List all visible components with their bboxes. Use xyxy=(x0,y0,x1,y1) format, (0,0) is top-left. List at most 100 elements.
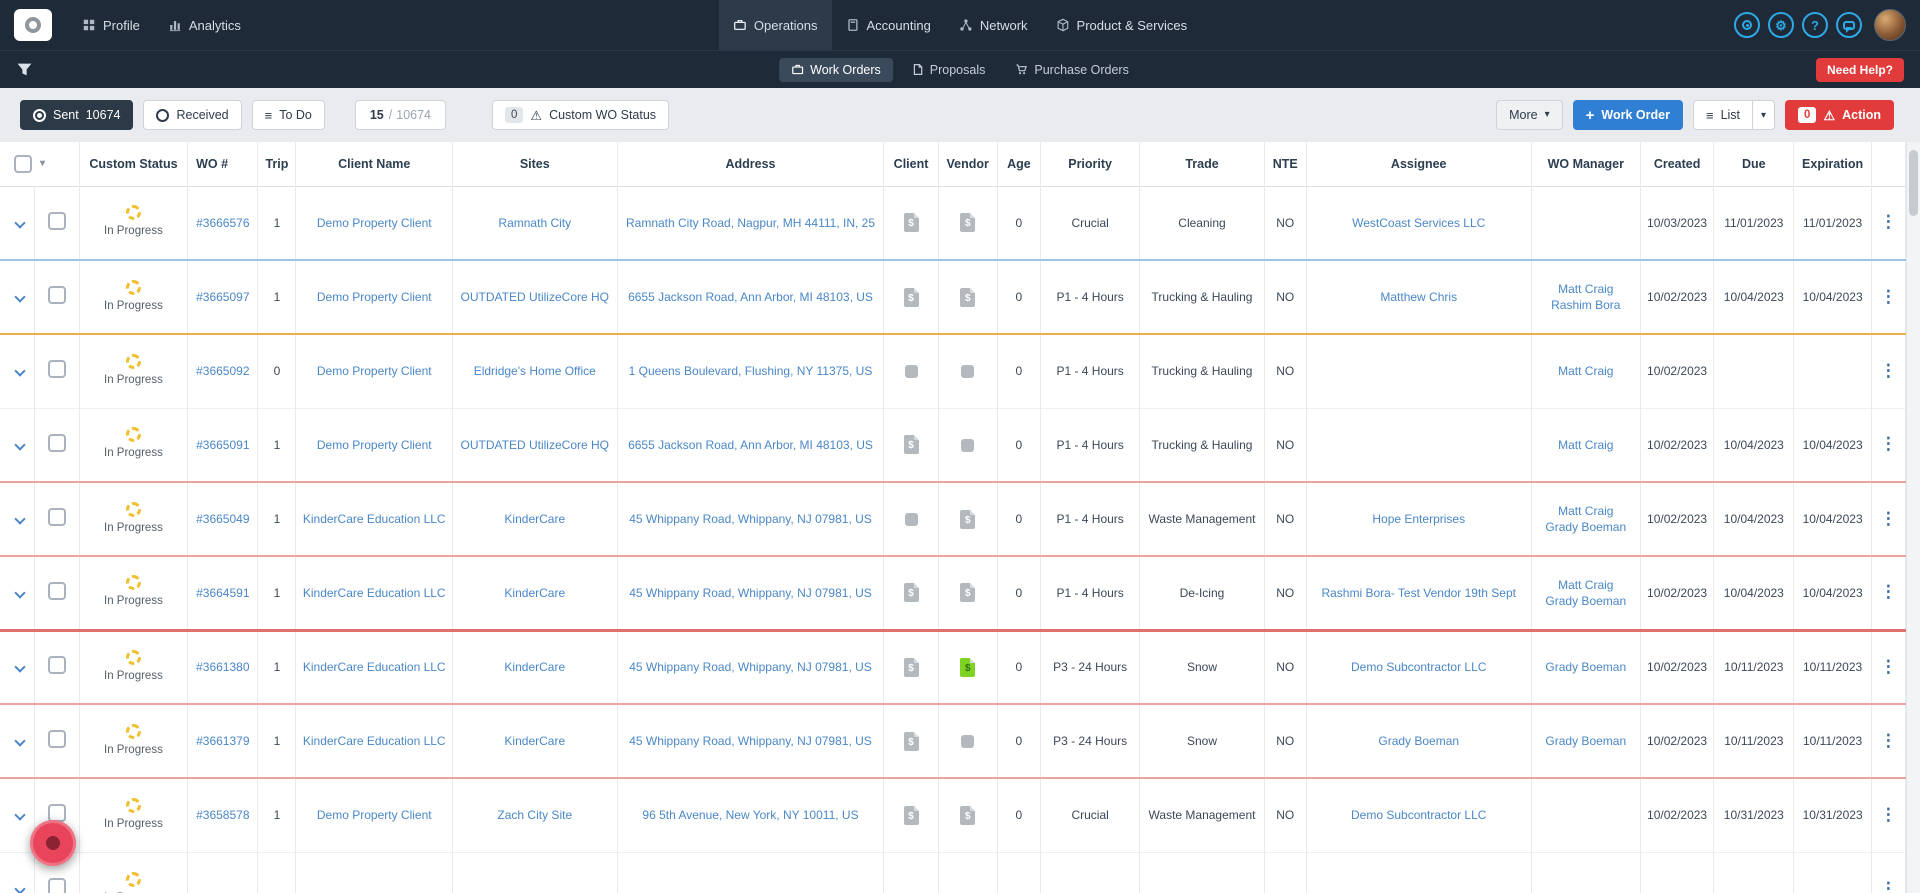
select-menu-caret-icon[interactable]: ▾ xyxy=(40,158,45,169)
wo-number-link[interactable]: #3666576 xyxy=(196,216,249,230)
vertical-scrollbar[interactable] xyxy=(1906,142,1920,893)
row-expand-chevron-icon[interactable] xyxy=(14,661,26,673)
filter-funnel-icon[interactable] xyxy=(16,61,33,78)
address-link[interactable]: 1 Queens Boulevard, Flushing, NY 11375, … xyxy=(629,364,873,378)
wo-number-link[interactable]: #3665097 xyxy=(196,290,249,304)
address-link[interactable]: 45 Whippany Road, Whippany, NJ 07981, US xyxy=(629,734,872,748)
address-link[interactable]: 45 Whippany Road, Whippany, NJ 07981, US xyxy=(629,512,872,526)
client-invoice-icon[interactable] xyxy=(903,287,919,307)
vendor-invoice-icon[interactable] xyxy=(960,509,976,529)
vendor-invoice-icon[interactable] xyxy=(961,735,975,749)
wo-number-link[interactable]: #3661379 xyxy=(196,734,249,748)
address-link[interactable]: Ramnath City Road, Nagpur, MH 44111, IN,… xyxy=(626,216,875,230)
sent-filter-button[interactable]: Sent 10674 xyxy=(20,100,134,130)
site-link[interactable]: OUTDATED UtilizeCore HQ xyxy=(461,290,609,304)
client-name-link[interactable]: Demo Property Client xyxy=(317,808,432,822)
row-menu-kebab-icon[interactable]: ⋮ xyxy=(1880,805,1897,824)
more-button[interactable]: More ▾ xyxy=(1496,100,1563,130)
assignee-link[interactable]: Matthew Chris xyxy=(1380,290,1457,304)
site-link[interactable]: KinderCare xyxy=(504,734,565,748)
tab-purchase-orders[interactable]: Purchase Orders xyxy=(1003,58,1140,82)
column-header[interactable]: Assignee xyxy=(1306,142,1532,186)
client-name-link[interactable]: Demo Property Client xyxy=(317,438,432,452)
row-expand-chevron-icon[interactable] xyxy=(14,438,26,451)
action-button[interactable]: 0 ⚠ Action xyxy=(1785,100,1894,130)
client-invoice-icon[interactable] xyxy=(903,583,919,603)
wo-manager-link[interactable]: Matt Craig Grady Boeman xyxy=(1545,504,1626,534)
chat-widget-button[interactable] xyxy=(30,820,76,866)
wo-number-link[interactable]: #3665049 xyxy=(196,512,249,526)
column-header[interactable]: NTE xyxy=(1264,142,1307,186)
vendor-invoice-icon[interactable] xyxy=(961,365,975,379)
help-icon[interactable]: ? xyxy=(1802,12,1828,38)
wo-number-link[interactable]: #3664591 xyxy=(196,586,249,600)
client-name-link[interactable]: KinderCare Education LLC xyxy=(303,586,446,600)
wo-manager-link[interactable]: Grady Boeman xyxy=(1545,660,1626,674)
settings-gear-icon[interactable]: ⚙ xyxy=(1768,12,1794,38)
column-header[interactable]: Custom Status xyxy=(79,142,189,186)
wo-manager-link[interactable]: Matt Craig Grady Boeman xyxy=(1545,578,1626,608)
vendor-invoice-icon[interactable] xyxy=(961,438,975,452)
row-expand-chevron-icon[interactable] xyxy=(14,365,26,377)
address-link[interactable]: 45 Whippany Road, Whippany, NJ 07981, US xyxy=(629,660,872,674)
row-checkbox[interactable] xyxy=(47,656,66,675)
column-header[interactable]: Priority xyxy=(1040,142,1141,186)
row-checkbox[interactable] xyxy=(47,211,66,230)
column-header[interactable]: Age xyxy=(997,142,1041,186)
pagination-display[interactable]: 15 / 10674 xyxy=(354,100,447,130)
client-invoice-icon[interactable] xyxy=(903,731,919,751)
tab-work-orders[interactable]: Work Orders xyxy=(779,57,893,82)
site-link[interactable]: KinderCare xyxy=(504,512,565,526)
site-link[interactable]: KinderCare xyxy=(504,660,565,674)
vendor-invoice-icon[interactable] xyxy=(960,213,976,233)
client-name-link[interactable]: KinderCare Education LLC xyxy=(303,734,446,748)
row-menu-kebab-icon[interactable]: ⋮ xyxy=(1880,731,1897,750)
assignee-link[interactable]: Grady Boeman xyxy=(1378,734,1459,748)
nav-item-accounting[interactable]: Accounting xyxy=(832,0,945,50)
address-link[interactable]: 6655 Jackson Road, Ann Arbor, MI 48103, … xyxy=(628,438,873,452)
row-menu-kebab-icon[interactable]: ⋮ xyxy=(1880,212,1897,231)
vendor-invoice-icon[interactable] xyxy=(960,287,976,307)
row-menu-kebab-icon[interactable]: ⋮ xyxy=(1880,657,1897,676)
row-menu-kebab-icon[interactable]: ⋮ xyxy=(1880,361,1897,380)
nav-item-operations[interactable]: Operations xyxy=(718,0,832,50)
view-switcher-caret[interactable]: ▾ xyxy=(1752,101,1774,129)
column-header[interactable]: Trade xyxy=(1139,142,1265,186)
client-name-link[interactable]: Demo Property Client xyxy=(317,290,432,304)
client-invoice-icon[interactable] xyxy=(904,365,918,379)
site-link[interactable]: Ramnath City xyxy=(498,216,571,230)
vendor-invoice-icon[interactable] xyxy=(960,657,976,677)
wo-number-link[interactable]: #3661380 xyxy=(196,660,249,674)
scrollbar-thumb[interactable] xyxy=(1909,150,1918,216)
column-header[interactable]: Sites xyxy=(452,142,618,186)
row-expand-chevron-icon[interactable] xyxy=(14,291,26,303)
client-invoice-icon[interactable] xyxy=(903,213,919,233)
site-link[interactable]: KinderCare xyxy=(504,586,565,600)
column-header[interactable]: Client Name xyxy=(295,142,453,186)
column-header[interactable]: WO Manager xyxy=(1531,142,1641,186)
assignee-link[interactable]: Rashmi Bora- Test Vendor 19th Sept xyxy=(1321,586,1516,600)
wo-number-link[interactable]: #3665092 xyxy=(196,364,249,378)
column-header[interactable]: Client xyxy=(883,142,939,186)
client-name-link[interactable]: KinderCare Education LLC xyxy=(303,512,446,526)
tab-proposals[interactable]: Proposals xyxy=(899,58,998,82)
row-checkbox[interactable] xyxy=(47,507,66,526)
list-view-button[interactable]: ≡ List xyxy=(1694,101,1752,129)
row-checkbox[interactable] xyxy=(47,360,66,379)
site-link[interactable]: Zach City Site xyxy=(497,808,572,822)
column-header[interactable]: Created xyxy=(1640,142,1715,186)
column-header[interactable]: Trip xyxy=(257,142,297,186)
site-link[interactable]: Eldridge's Home Office xyxy=(474,364,596,378)
row-expand-chevron-icon[interactable] xyxy=(14,513,26,525)
client-invoice-icon[interactable] xyxy=(903,435,919,455)
column-header[interactable]: Expiration xyxy=(1793,142,1872,186)
address-link[interactable]: 96 5th Avenue, New York, NY 10011, US xyxy=(642,808,858,822)
wo-manager-link[interactable]: Matt Craig xyxy=(1558,364,1613,378)
column-header[interactable]: Address xyxy=(617,142,885,186)
select-all-checkbox[interactable] xyxy=(14,154,32,173)
add-work-order-button[interactable]: + Work Order xyxy=(1572,100,1683,130)
row-expand-chevron-icon[interactable] xyxy=(14,809,26,821)
column-header[interactable]: Due xyxy=(1713,142,1795,186)
row-checkbox[interactable] xyxy=(47,433,66,452)
row-checkbox[interactable] xyxy=(47,285,66,304)
